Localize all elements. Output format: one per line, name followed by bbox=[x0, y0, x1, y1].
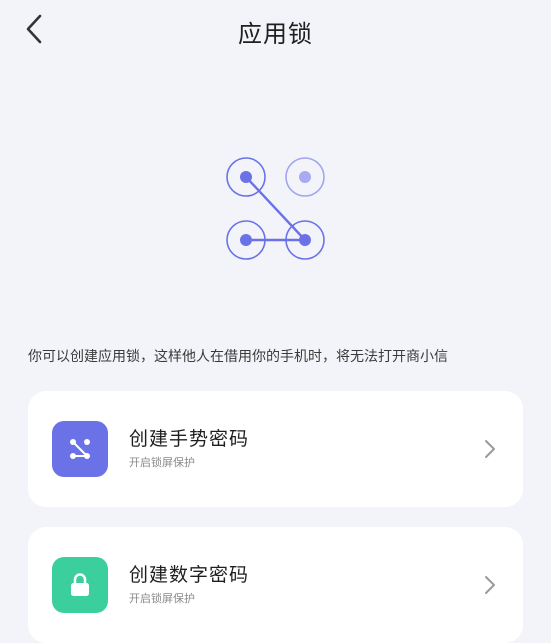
chevron-right-icon bbox=[485, 576, 495, 594]
create-numeric-password-button[interactable]: 创建数字密码 开启锁屏保护 bbox=[28, 527, 523, 643]
page-title: 应用锁 bbox=[238, 20, 313, 48]
gesture-pattern-icon bbox=[52, 421, 108, 477]
pattern-lock-icon bbox=[219, 152, 331, 264]
create-gesture-password-button[interactable]: 创建手势密码 开启锁屏保护 bbox=[28, 391, 523, 507]
option-title: 创建手势密码 bbox=[129, 428, 250, 450]
option-subtitle: 开启锁屏保护 bbox=[129, 592, 195, 605]
option-title: 创建数字密码 bbox=[129, 564, 250, 586]
option-subtitle: 开启锁屏保护 bbox=[129, 456, 195, 469]
padlock-icon bbox=[52, 557, 108, 613]
header-bar: 应用锁 bbox=[0, 0, 551, 62]
description-text: 你可以创建应用锁，这样他人在借用你的手机时，将无法打开商小信 bbox=[28, 349, 448, 365]
chevron-right-icon bbox=[485, 440, 495, 458]
